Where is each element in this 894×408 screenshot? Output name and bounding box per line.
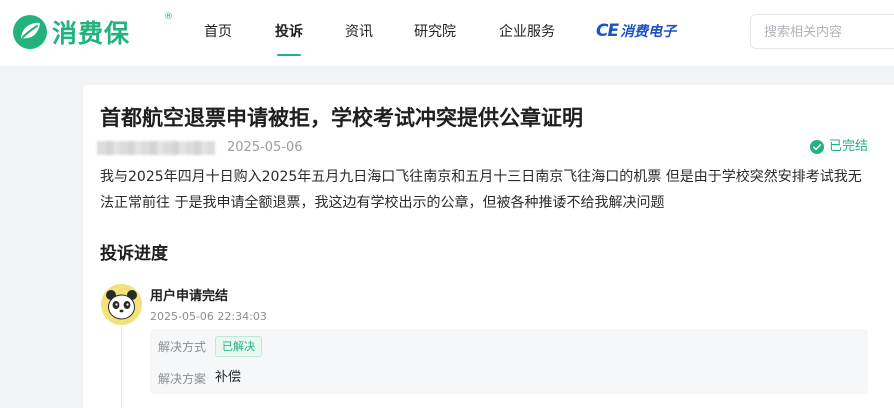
resolution-plan-value: 补偿: [215, 370, 242, 385]
search-box[interactable]: [750, 14, 894, 49]
ce-logo-text: CE: [596, 21, 619, 41]
ce-brand-label: 消费电子: [620, 24, 677, 40]
top-header: 消费保 ® 首页 投诉 资讯 研究院 企业服务 CE 消费电子: [0, 0, 894, 66]
nav-research[interactable]: 研究院: [414, 22, 456, 42]
resolution-method-tag: 已解决: [215, 336, 262, 357]
nav-enterprise[interactable]: 企业服务: [499, 22, 555, 42]
complaint-content: 我与2025年四月十日购入2025年五月九日海口飞往南京和五月十三日南京飞往海口…: [100, 169, 862, 211]
nav-news[interactable]: 资讯: [345, 22, 373, 42]
ce-electronics-link[interactable]: CE 消费电子: [596, 21, 676, 41]
progress-section-title: 投诉进度: [100, 244, 168, 264]
logo-text: 消费保: [52, 19, 131, 48]
site-logo[interactable]: 消费保 ®: [12, 12, 173, 50]
status-badge: 已完结: [810, 138, 868, 156]
logo-leaf-icon: [13, 15, 47, 49]
complaint-title: 首都航空退票申请被拒，学校考试冲突提供公章证明: [100, 106, 583, 130]
panda-icon: [101, 284, 142, 325]
nav-complaints[interactable]: 投诉: [275, 22, 303, 42]
resolution-method-label: 解决方式: [158, 340, 207, 354]
user-avatar: [101, 284, 142, 325]
resolution-plan-label: 解决方案: [158, 372, 207, 386]
status-label: 已完结: [829, 139, 869, 154]
timeline-line: [121, 326, 122, 408]
step-title: 用户申请完结: [150, 289, 229, 304]
registered-mark: ®: [164, 12, 173, 22]
author-name-blurred: [97, 141, 215, 155]
nav-home[interactable]: 首页: [204, 22, 232, 42]
complaint-date: 2025-05-06: [227, 140, 303, 155]
nav-active-indicator: [277, 54, 301, 56]
step-time: 2025-05-06 22:34:03: [150, 310, 267, 323]
check-circle-icon: [810, 140, 824, 154]
search-input[interactable]: [764, 23, 894, 41]
